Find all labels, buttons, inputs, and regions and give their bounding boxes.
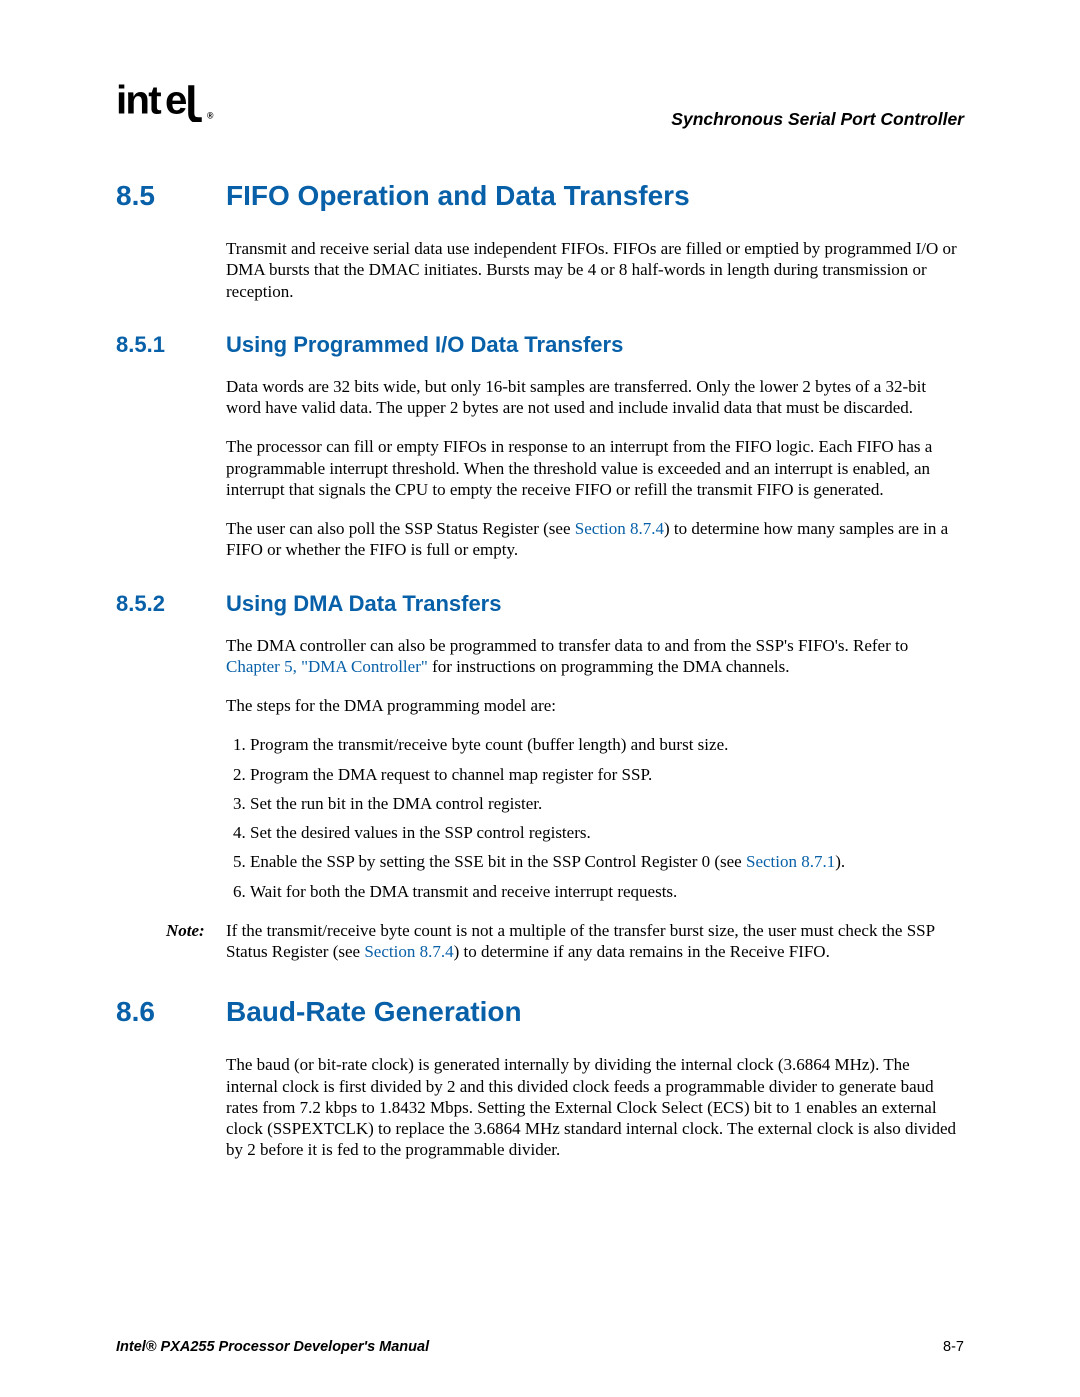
svg-text:int: int	[116, 80, 161, 122]
xref-link[interactable]: Section 8.7.4	[575, 519, 664, 538]
heading-text: Using DMA Data Transfers	[226, 591, 501, 617]
footer-title: Intel® PXA255 Processor Developer's Manu…	[116, 1339, 429, 1355]
heading-text: Baud-Rate Generation	[226, 996, 522, 1028]
section-8-5-body: Transmit and receive serial data use ind…	[226, 238, 964, 302]
note-label: Note:	[166, 920, 226, 963]
paragraph: The user can also poll the SSP Status Re…	[226, 518, 964, 561]
ordered-list: Program the transmit/receive byte count …	[226, 734, 964, 902]
list-item: Set the run bit in the DMA control regis…	[250, 793, 964, 814]
page-header: int e ® Synchronous Serial Port Controll…	[116, 80, 964, 130]
section-8-5-2-body: The DMA controller can also be programme…	[226, 635, 964, 902]
paragraph: The baud (or bit-rate clock) is generate…	[226, 1054, 964, 1160]
intel-logo-icon: int e ®	[116, 80, 221, 122]
paragraph: The processor can fill or empty FIFOs in…	[226, 436, 964, 500]
svg-text:®: ®	[207, 111, 214, 121]
page-number: 8-7	[943, 1339, 964, 1355]
intel-logo: int e ®	[116, 80, 221, 130]
heading-text: FIFO Operation and Data Transfers	[226, 180, 690, 212]
paragraph: The steps for the DMA programming model …	[226, 695, 964, 716]
heading-number: 8.5.2	[116, 591, 226, 617]
xref-link[interactable]: Chapter 5, "DMA Controller"	[226, 657, 428, 676]
chapter-title: Synchronous Serial Port Controller	[671, 109, 964, 130]
page: int e ® Synchronous Serial Port Controll…	[0, 0, 1080, 1397]
paragraph: The DMA controller can also be programme…	[226, 635, 964, 678]
heading-8-5: 8.5 FIFO Operation and Data Transfers	[116, 180, 964, 212]
paragraph: Data words are 32 bits wide, but only 16…	[226, 376, 964, 419]
list-item: Program the DMA request to channel map r…	[250, 764, 964, 785]
heading-number: 8.5	[116, 180, 226, 212]
heading-number: 8.5.1	[116, 332, 226, 358]
xref-link[interactable]: Section 8.7.4	[364, 942, 453, 961]
note: Note: If the transmit/receive byte count…	[166, 920, 964, 963]
heading-8-6: 8.6 Baud-Rate Generation	[116, 996, 964, 1028]
heading-number: 8.6	[116, 996, 226, 1028]
svg-text:e: e	[165, 80, 187, 122]
note-body: If the transmit/receive byte count is no…	[226, 920, 964, 963]
section-8-6-body: The baud (or bit-rate clock) is generate…	[226, 1054, 964, 1160]
list-item: Enable the SSP by setting the SSE bit in…	[250, 851, 964, 872]
section-8-5-1-body: Data words are 32 bits wide, but only 16…	[226, 376, 964, 561]
list-item: Set the desired values in the SSP contro…	[250, 822, 964, 843]
list-item: Wait for both the DMA transmit and recei…	[250, 881, 964, 902]
page-footer: Intel® PXA255 Processor Developer's Manu…	[116, 1339, 964, 1355]
list-item: Program the transmit/receive byte count …	[250, 734, 964, 755]
paragraph: Transmit and receive serial data use ind…	[226, 238, 964, 302]
heading-8-5-1: 8.5.1 Using Programmed I/O Data Transfer…	[116, 332, 964, 358]
heading-8-5-2: 8.5.2 Using DMA Data Transfers	[116, 591, 964, 617]
heading-text: Using Programmed I/O Data Transfers	[226, 332, 623, 358]
xref-link[interactable]: Section 8.7.1	[746, 852, 835, 871]
